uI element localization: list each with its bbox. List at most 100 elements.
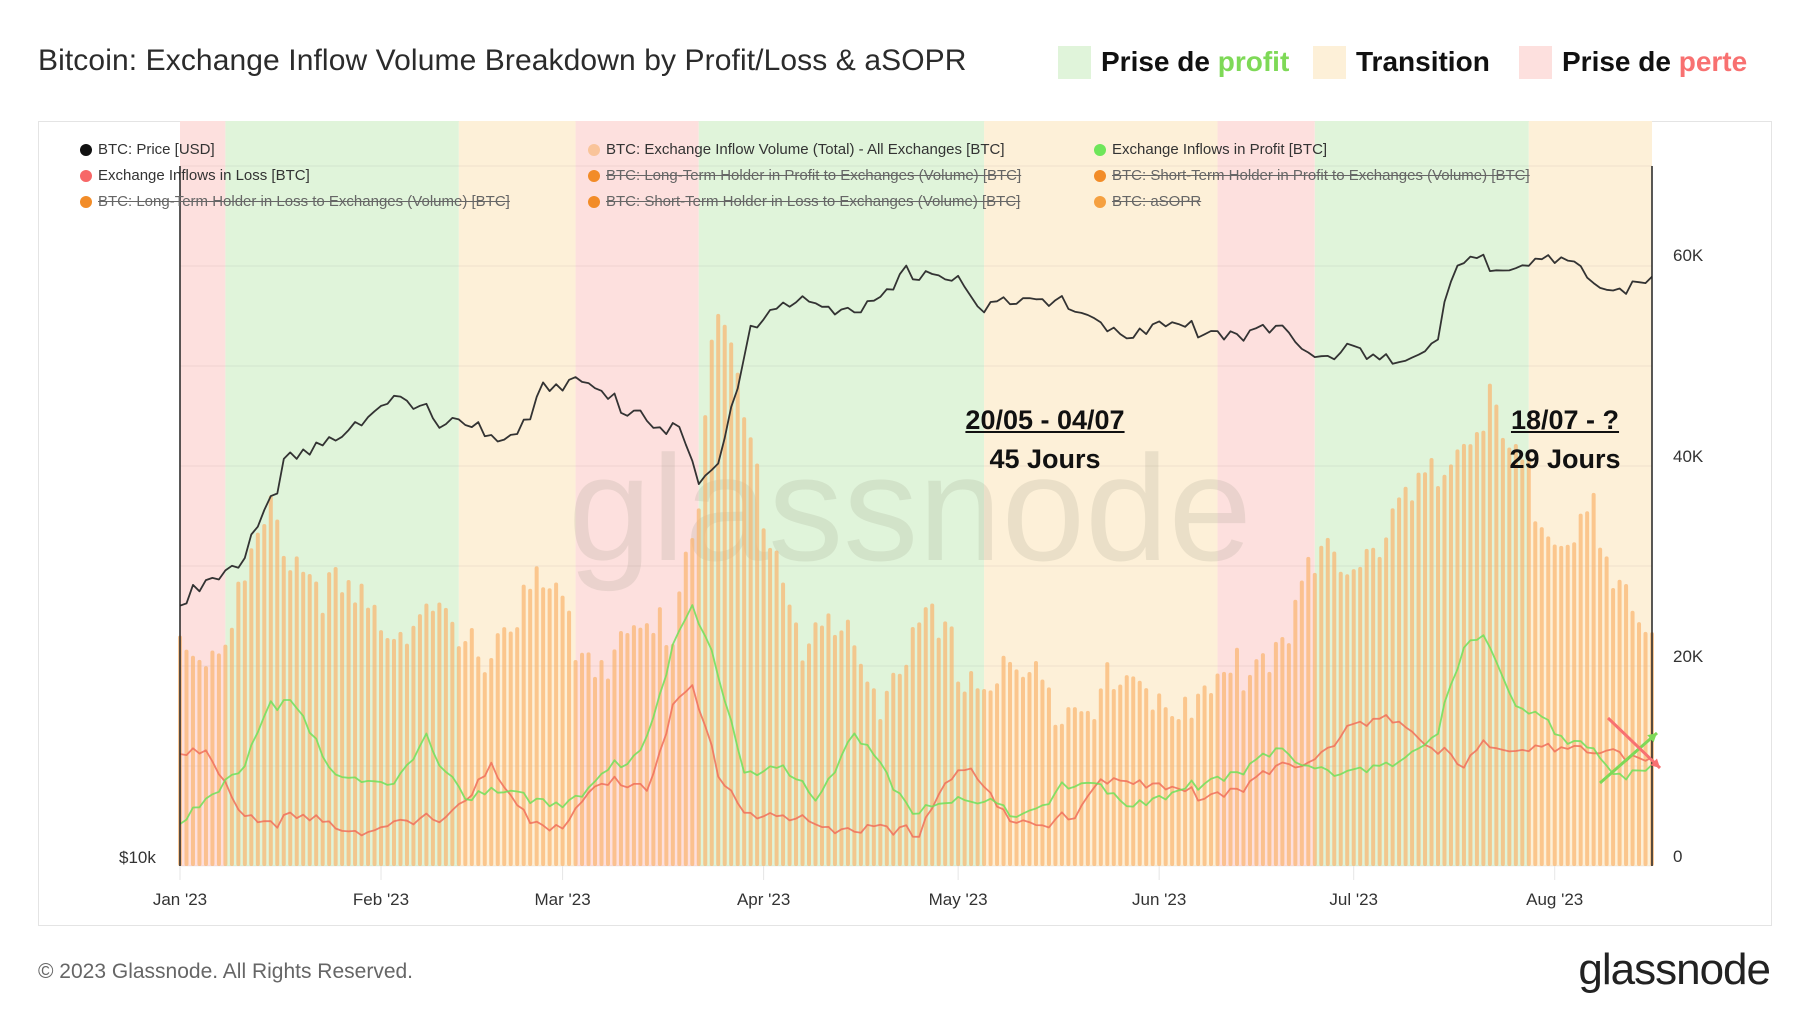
bar-total-inflow: [417, 614, 422, 866]
bar-total-inflow: [391, 638, 396, 866]
bar-total-inflow: [781, 582, 786, 866]
bar-total-inflow: [852, 645, 857, 866]
x-tick-label: May '23: [928, 890, 988, 909]
bar-total-inflow: [1247, 674, 1252, 866]
bar-total-inflow: [1552, 544, 1557, 866]
bar-total-inflow: [567, 610, 572, 866]
bar-total-inflow: [580, 652, 585, 866]
bar-total-inflow: [910, 627, 915, 866]
bar-total-inflow: [1267, 671, 1272, 866]
bar-total-inflow: [366, 607, 371, 866]
bar-total-inflow: [897, 673, 902, 866]
bar-total-inflow: [203, 666, 208, 866]
bar-total-inflow: [1157, 693, 1162, 866]
bar-total-inflow: [1020, 676, 1025, 866]
bar-total-inflow: [242, 580, 247, 866]
legend-item-sth-loss[interactable]: BTC: Short-Term Holder in Loss to Exchan…: [588, 193, 1020, 210]
bar-total-inflow: [249, 548, 254, 866]
bar-total-inflow: [340, 592, 345, 866]
bar-total-inflow: [690, 537, 695, 866]
bar-total-inflow: [1637, 622, 1642, 866]
bar-total-inflow: [1319, 545, 1324, 866]
bar-total-inflow: [1085, 710, 1090, 866]
legend-item-inflow-loss[interactable]: Exchange Inflows in Loss [BTC]: [80, 167, 310, 184]
bar-total-inflow: [670, 643, 675, 866]
legend-dot: [588, 195, 600, 208]
right-axis-tick: 0: [1673, 847, 1683, 866]
legend-item-total-inflow[interactable]: BTC: Exchange Inflow Volume (Total) - Al…: [588, 141, 1005, 158]
bar-total-inflow: [184, 649, 189, 866]
bar-total-inflow: [917, 622, 922, 866]
bar-total-inflow: [197, 659, 202, 866]
bar-total-inflow: [385, 637, 390, 866]
bar-total-inflow: [1539, 527, 1544, 866]
bar-total-inflow: [216, 653, 221, 866]
x-tick-label: Jul '23: [1329, 890, 1378, 909]
bar-total-inflow: [709, 339, 714, 866]
bar-total-inflow: [1410, 500, 1415, 866]
right-axis-tick: 20K: [1673, 647, 1704, 666]
bar-total-inflow: [1448, 464, 1453, 866]
bar-total-inflow: [1118, 684, 1123, 866]
legend-item-sth-profit[interactable]: BTC: Short-Term Holder in Profit to Exch…: [1094, 167, 1530, 184]
bar-total-inflow: [1124, 675, 1129, 866]
bar-total-inflow: [768, 547, 773, 866]
bar-total-inflow: [1170, 715, 1175, 866]
bar-total-inflow: [495, 633, 500, 866]
legend-item-price[interactable]: BTC: Price [USD]: [80, 141, 215, 158]
bar-total-inflow: [807, 643, 812, 866]
bar-total-inflow: [1131, 676, 1136, 866]
bar-total-inflow: [794, 622, 799, 866]
x-tick-label: Aug '23: [1526, 890, 1584, 909]
bar-total-inflow: [878, 718, 883, 866]
bar-total-inflow: [1358, 566, 1363, 866]
bar-total-inflow: [982, 689, 987, 866]
bar-total-inflow: [1033, 660, 1038, 866]
bar-total-inflow: [1014, 669, 1019, 866]
bar-total-inflow: [1144, 688, 1149, 866]
bar-total-inflow: [1222, 671, 1227, 866]
bar-total-inflow: [819, 625, 824, 866]
bar-total-inflow: [1390, 508, 1395, 866]
bar-total-inflow: [1520, 459, 1525, 866]
right-axis-tick: 60K: [1673, 246, 1704, 265]
bar-total-inflow: [262, 523, 267, 866]
bar-total-inflow: [618, 631, 623, 866]
bar-total-inflow: [1008, 661, 1013, 866]
bar-total-inflow: [599, 660, 604, 866]
legend-item-inflow-profit[interactable]: Exchange Inflows in Profit [BTC]: [1094, 141, 1327, 158]
bar-total-inflow: [573, 659, 578, 866]
bar-total-inflow: [476, 656, 481, 866]
bar-total-inflow: [1306, 556, 1311, 866]
bar-total-inflow: [1273, 641, 1278, 866]
bar-total-inflow: [1332, 551, 1337, 866]
bar-total-inflow: [1403, 486, 1408, 866]
bar-total-inflow: [1643, 631, 1648, 866]
bar-total-inflow: [742, 417, 747, 866]
bar-total-inflow: [450, 621, 455, 866]
legend-item-lth-profit[interactable]: BTC: Long-Term Holder in Profit to Excha…: [588, 167, 1021, 184]
legend-dot: [1094, 143, 1106, 156]
bar-total-inflow: [268, 495, 273, 866]
bar-total-inflow: [800, 660, 805, 866]
annotation-period-1: 20/05 - 04/07 45 Jours: [940, 405, 1150, 475]
bar-total-inflow: [1196, 693, 1201, 866]
bar-total-inflow: [1377, 556, 1382, 866]
bar-total-inflow: [1215, 673, 1220, 866]
bar-total-inflow: [223, 644, 228, 866]
annotation-heading: 18/07 - ?: [1510, 405, 1620, 435]
bar-total-inflow: [443, 607, 448, 866]
bar-total-inflow: [755, 463, 760, 866]
bar-total-inflow: [683, 551, 688, 866]
bar-total-inflow: [1137, 680, 1142, 866]
bar-total-inflow: [696, 508, 701, 866]
bar-total-inflow: [1500, 437, 1505, 866]
bar-total-inflow: [502, 627, 507, 866]
bar-total-inflow: [1572, 542, 1577, 866]
legend-item-asopr[interactable]: BTC: aSOPR: [1094, 193, 1201, 210]
glassnode-logo: glassnode: [1578, 945, 1771, 994]
bar-total-inflow: [1397, 497, 1402, 866]
legend-item-lth-loss[interactable]: BTC: Long-Term Holder in Loss to Exchang…: [80, 193, 510, 210]
bar-total-inflow: [1234, 647, 1239, 866]
bar-total-inflow: [320, 612, 325, 866]
